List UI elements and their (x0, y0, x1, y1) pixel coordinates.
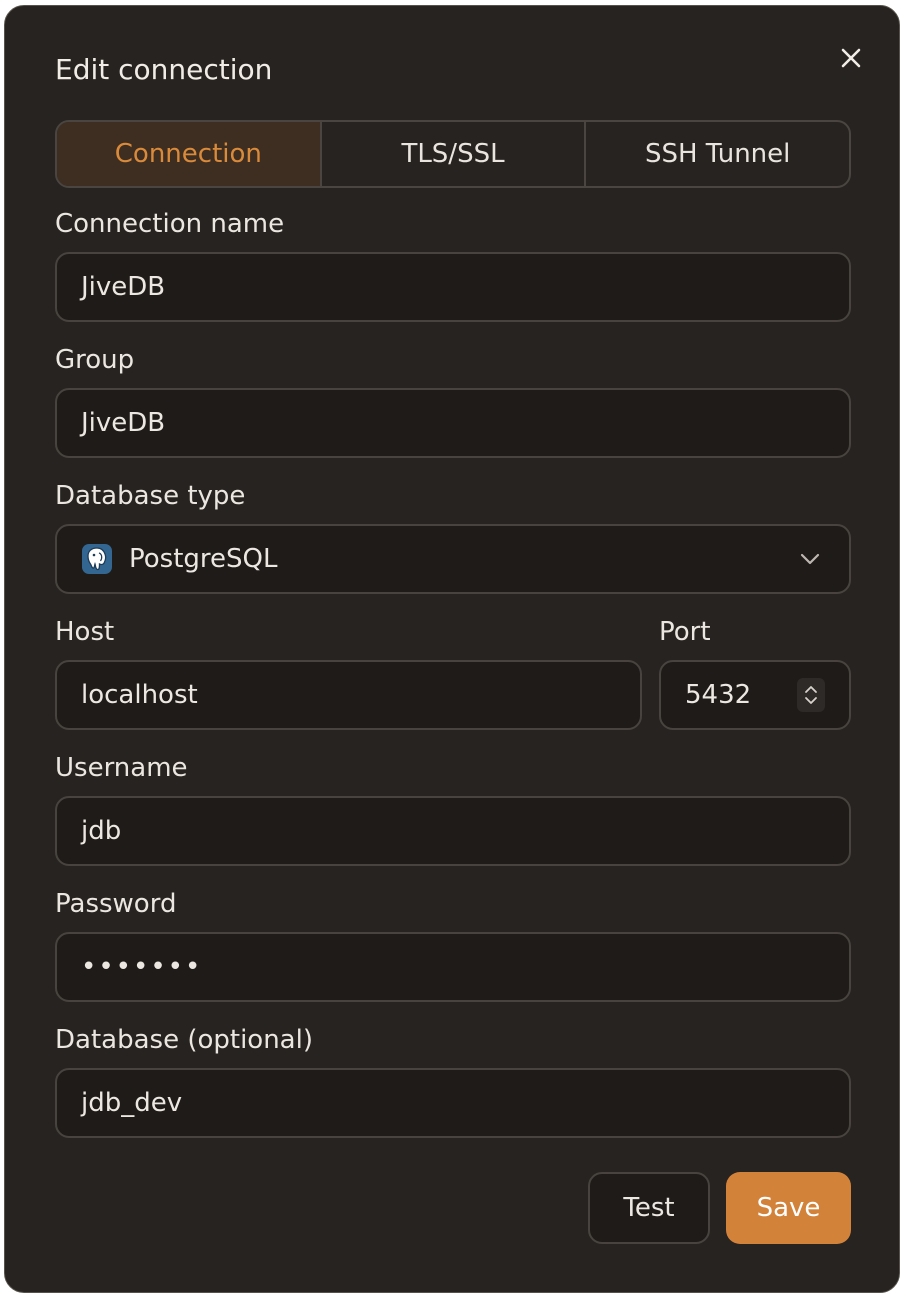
host-value: localhost (81, 680, 198, 710)
stepper-up-icon[interactable] (803, 684, 819, 695)
port-stepper[interactable] (797, 678, 825, 712)
tab-bar: Connection TLS/SSL SSH Tunnel (55, 120, 851, 188)
port-field[interactable]: 5432 (659, 660, 851, 730)
username-label: Username (55, 753, 188, 783)
tab-ssh-tunnel[interactable]: SSH Tunnel (584, 122, 849, 186)
password-field[interactable]: ••••••• (55, 932, 851, 1002)
database-type-select[interactable]: PostgreSQL (55, 524, 851, 594)
host-label: Host (55, 617, 115, 647)
close-button[interactable] (835, 42, 867, 74)
close-icon (839, 46, 863, 70)
password-value: ••••••• (81, 952, 203, 982)
test-button[interactable]: Test (588, 1172, 710, 1244)
tab-tls-ssl[interactable]: TLS/SSL (319, 122, 585, 186)
group-label: Group (55, 345, 135, 375)
database-type-value: PostgreSQL (129, 544, 278, 574)
edit-connection-dialog: Edit connection Connection TLS/SSL SSH T… (4, 5, 900, 1293)
connection-name-field[interactable]: JiveDB (55, 252, 851, 322)
chevron-down-icon (799, 548, 821, 570)
username-value: jdb (81, 816, 122, 846)
group-field[interactable]: JiveDB (55, 388, 851, 458)
port-label: Port (659, 617, 711, 647)
password-label: Password (55, 889, 177, 919)
postgresql-icon (81, 543, 113, 575)
port-value: 5432 (685, 680, 752, 710)
database-label: Database (optional) (55, 1025, 313, 1055)
connection-name-value: JiveDB (81, 272, 166, 302)
group-value: JiveDB (81, 408, 166, 438)
save-button[interactable]: Save (726, 1172, 851, 1244)
host-field[interactable]: localhost (55, 660, 642, 730)
dialog-title: Edit connection (55, 53, 273, 86)
tab-connection[interactable]: Connection (57, 122, 320, 186)
connection-name-label: Connection name (55, 209, 285, 239)
database-value: jdb_dev (81, 1088, 183, 1118)
stepper-down-icon[interactable] (803, 695, 819, 706)
database-type-label: Database type (55, 481, 246, 511)
username-field[interactable]: jdb (55, 796, 851, 866)
database-field[interactable]: jdb_dev (55, 1068, 851, 1138)
